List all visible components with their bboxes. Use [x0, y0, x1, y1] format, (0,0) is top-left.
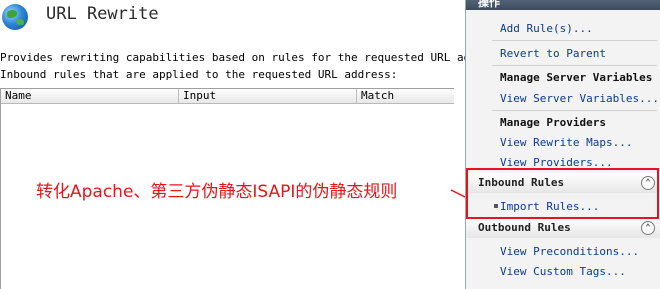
feature-description: Provides rewriting capabilities based on…: [0, 51, 504, 64]
inbound-caption: Inbound rules that are applied to the re…: [0, 68, 398, 81]
separator: [492, 110, 657, 111]
grid-header: Name Input Match: [1, 88, 454, 104]
separator: [492, 65, 657, 66]
actions-header: 操作: [466, 0, 660, 10]
collapse-up-icon[interactable]: ⌃: [641, 221, 655, 235]
annotation-text: 转化Apache、第三方伪静态ISAPI的伪静态规则: [36, 182, 398, 202]
view-custom-tags-link[interactable]: View Custom Tags...: [500, 265, 626, 278]
column-header-input[interactable]: Input: [179, 89, 357, 103]
view-preconditions-link[interactable]: View Preconditions...: [500, 245, 639, 258]
add-rule-link[interactable]: Add Rule(s)...: [500, 22, 593, 35]
manage-server-variables-heading: Manage Server Variables: [500, 71, 653, 84]
actions-pane: 操作 Add Rule(s)... Revert to Parent Manag…: [465, 0, 660, 289]
view-server-variables-link[interactable]: View Server Variables...: [500, 92, 659, 105]
separator: [492, 40, 657, 41]
column-header-name[interactable]: Name: [1, 89, 179, 103]
view-rewrite-maps-link[interactable]: View Rewrite Maps...: [500, 136, 632, 149]
manage-providers-heading: Manage Providers: [500, 116, 606, 129]
revert-to-parent-link[interactable]: Revert to Parent: [500, 47, 606, 60]
outbound-rules-group-header[interactable]: Outbound Rules ⌃: [466, 218, 660, 238]
globe-icon: [2, 4, 28, 30]
feature-pane: URL Rewrite Provides rewriting capabilit…: [0, 0, 503, 289]
highlight-box: [466, 168, 659, 219]
column-header-match[interactable]: Match: [357, 89, 454, 103]
page-title: URL Rewrite: [46, 4, 159, 24]
outbound-rules-label: Outbound Rules: [478, 221, 571, 234]
